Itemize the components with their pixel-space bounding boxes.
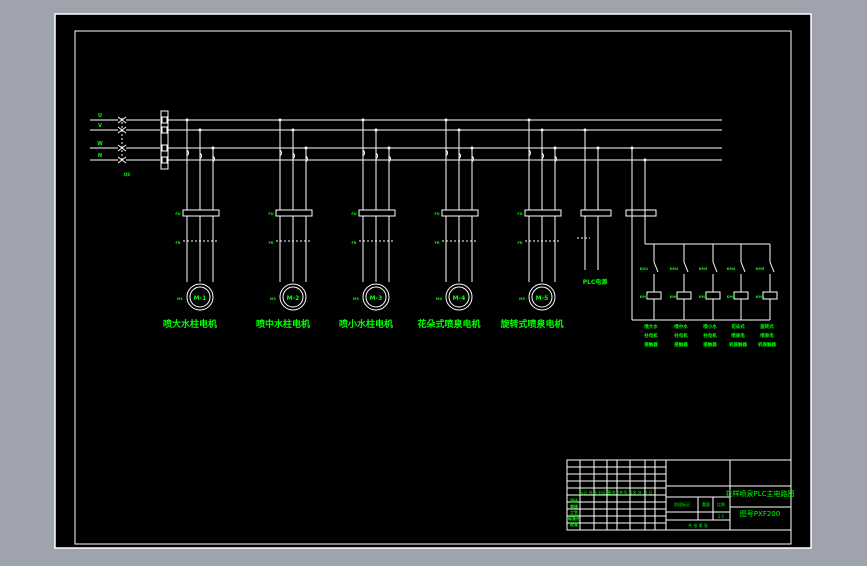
junction-dot bbox=[583, 128, 587, 132]
junction-dot bbox=[387, 146, 391, 150]
contactor-description: 机接触器 bbox=[758, 341, 776, 348]
contactor-id: KM1 bbox=[640, 267, 649, 271]
title-row-label: 工艺 bbox=[570, 509, 578, 515]
thermal-relay-tag: FR bbox=[351, 241, 356, 245]
contactor-id: KM4 bbox=[727, 267, 736, 271]
thermal-relay-tag: FR bbox=[268, 241, 273, 245]
contactor-description: 柱电机 bbox=[674, 332, 688, 339]
contactor-description: 接触器 bbox=[644, 341, 658, 348]
scale-header: 比例 bbox=[717, 501, 725, 507]
contactor-description: 喷小水 bbox=[703, 323, 717, 330]
contactor-description: 喷大水 bbox=[644, 323, 658, 330]
contactor-tag: FU bbox=[434, 212, 439, 216]
junction-dot bbox=[291, 128, 295, 132]
junction-dot bbox=[470, 146, 474, 150]
coil-id: KM1 bbox=[640, 295, 649, 299]
drawing-sheet bbox=[54, 13, 812, 549]
motor-tag: M4 bbox=[436, 297, 442, 301]
motor-tag: M2 bbox=[270, 297, 276, 301]
junction-dot bbox=[540, 128, 544, 132]
motor-title: 喷大水柱电机 bbox=[163, 318, 217, 330]
junction-dot bbox=[278, 118, 282, 122]
contactor-id: KM3 bbox=[699, 267, 708, 271]
contactor-description: 喷泉电 bbox=[760, 332, 774, 339]
stage-header: 阶段标记 bbox=[674, 501, 690, 507]
junction-dot bbox=[457, 128, 461, 132]
contactor-description: 柱电机 bbox=[703, 332, 717, 339]
plc-supply-label: PLC电源 bbox=[583, 278, 608, 286]
contactor-id: KM2 bbox=[670, 267, 679, 271]
contactor-tag: FU bbox=[351, 212, 356, 216]
junction-dot bbox=[553, 146, 557, 150]
junction-dot bbox=[361, 118, 365, 122]
thermal-relay-tag: FR bbox=[434, 241, 439, 245]
junction-dot bbox=[444, 118, 448, 122]
motor-tag: M3 bbox=[353, 297, 359, 301]
main-switch-label: QS bbox=[124, 172, 130, 177]
motor-title: 喷中水柱电机 bbox=[256, 318, 310, 330]
drawing-title: 花样喷泉PLC主电路图 bbox=[725, 489, 794, 498]
phase-label-v: V bbox=[98, 123, 102, 129]
contactor-description: 接触器 bbox=[703, 341, 717, 348]
electrical-schematic: UVWN QS FUFRM-1M1喷大水柱电机FUFRM-2M2喷中水柱电机FU… bbox=[54, 13, 812, 549]
motor-tag: M1 bbox=[177, 297, 183, 301]
junction-dot bbox=[304, 146, 308, 150]
junction-dot bbox=[596, 146, 600, 150]
drawing-number: 图号PXF200 bbox=[740, 510, 780, 518]
coil-id: KM3 bbox=[699, 295, 708, 299]
contactor-tag: FU bbox=[517, 212, 522, 216]
contactor-description: 柱电机 bbox=[644, 332, 658, 339]
thermal-relay-tag: FR bbox=[175, 241, 180, 245]
motor-title: 花朵式喷泉电机 bbox=[417, 318, 480, 330]
motor-id-label: M-5 bbox=[536, 295, 549, 302]
revision-header: 标记 处数 分区 更改文件号 签名 年 月 日 bbox=[580, 489, 653, 495]
phase-label-w: W bbox=[97, 141, 103, 147]
coil-id: KM2 bbox=[670, 295, 679, 299]
contactor-description: 喷中水 bbox=[674, 323, 688, 330]
contactor-description: 旋转式 bbox=[759, 323, 774, 330]
junction-dot bbox=[527, 118, 531, 122]
title-row-label: 设计 bbox=[570, 497, 578, 503]
junction-dot bbox=[211, 146, 215, 150]
junction-dot bbox=[185, 118, 189, 122]
cad-drawing-viewport: UVWN QS FU FR M-1 M1 喷大水柱电机 FU FR M-2 M2 喷中水柱电机 FU… bbox=[0, 0, 867, 562]
weight-header: 重量 bbox=[702, 501, 710, 507]
motor-id-label: M-2 bbox=[287, 295, 300, 302]
motor-id-label: M-4 bbox=[453, 295, 466, 302]
motor-title: 喷小水柱电机 bbox=[339, 318, 393, 330]
contactor-tag: FU bbox=[175, 212, 180, 216]
thermal-relay-tag: FR bbox=[517, 241, 522, 245]
junction-dot bbox=[630, 146, 634, 150]
phase-label-n: N bbox=[98, 153, 102, 159]
junction-dot bbox=[643, 158, 647, 162]
contactor-description: 花朵式 bbox=[731, 323, 745, 330]
title-row-label: 标准化 bbox=[567, 515, 580, 521]
title-row-label: 审核 bbox=[570, 503, 578, 509]
motor-id-label: M-1 bbox=[194, 295, 207, 302]
contactor-description: 机接触器 bbox=[729, 341, 747, 348]
motor-title: 旋转式喷泉电机 bbox=[499, 318, 563, 330]
phase-label-u: U bbox=[98, 113, 102, 119]
coil-id: KM4 bbox=[727, 295, 736, 299]
contactor-tag: FU bbox=[268, 212, 273, 216]
coil-id: KM5 bbox=[756, 295, 765, 299]
sheet-info: 共 张 第 张 bbox=[688, 522, 708, 528]
contactor-id: KM5 bbox=[756, 267, 765, 271]
contactor-description: 喷泉电 bbox=[731, 332, 745, 339]
junction-dot bbox=[198, 128, 202, 132]
scale-value: 1:1 bbox=[718, 514, 725, 519]
motor-id-label: M-3 bbox=[370, 295, 383, 302]
junction-dot bbox=[374, 128, 378, 132]
contactor-description: 接触器 bbox=[674, 341, 688, 348]
title-row-label: 批准 bbox=[570, 521, 578, 527]
motor-tag: M5 bbox=[519, 297, 525, 301]
